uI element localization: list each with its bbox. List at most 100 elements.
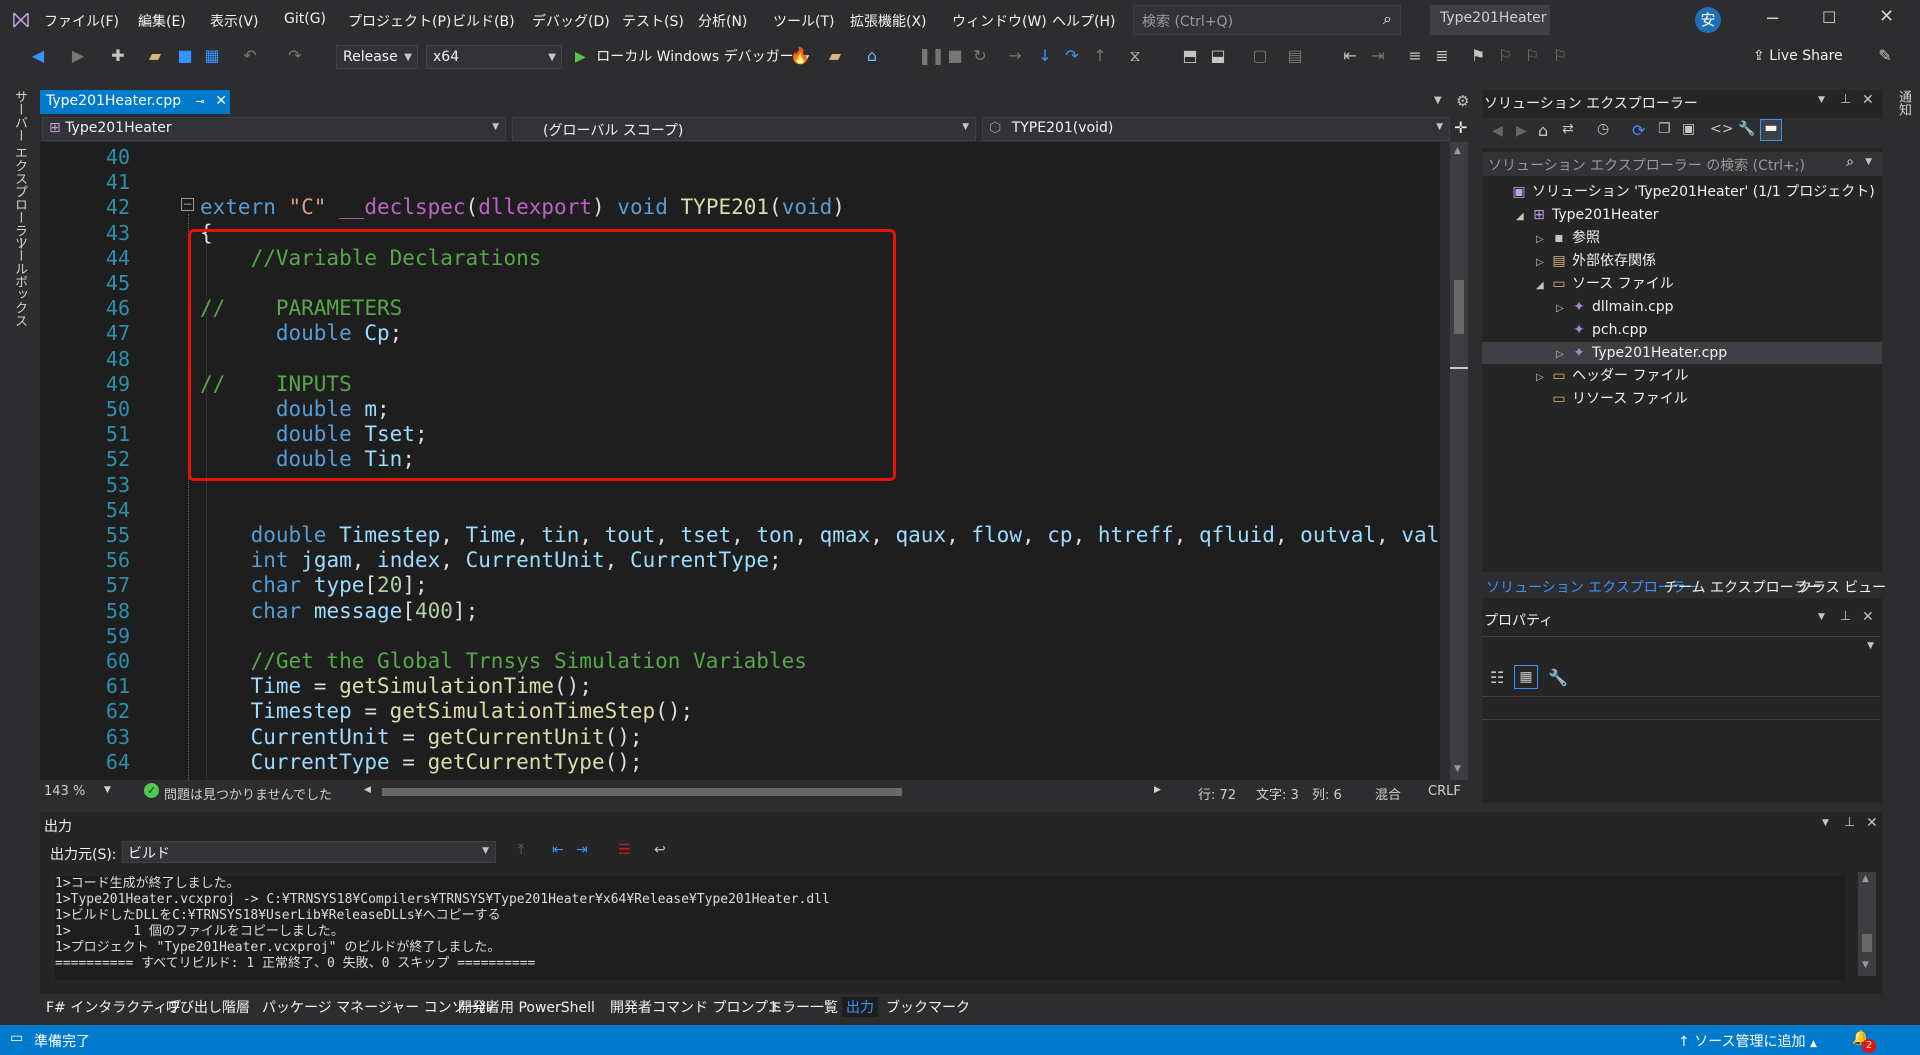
hscroll-left-icon[interactable]: ◀ <box>364 785 371 795</box>
tree-item[interactable]: ▷ ✦ dllmain.cpp <box>1482 296 1882 318</box>
comment-icon[interactable]: ▢ <box>1250 46 1270 66</box>
project-nav-select[interactable]: ⊞ Type201Heater ▼ <box>42 117 506 141</box>
code-line[interactable]: 42 extern "C" __declspec(dllexport) void … <box>40 195 1440 220</box>
close-icon[interactable]: ✕ <box>215 93 227 109</box>
back-icon[interactable]: ◀ <box>28 46 48 66</box>
back-icon[interactable]: ◀ <box>1492 123 1503 139</box>
menu-1[interactable]: 編集(E) <box>138 11 186 31</box>
tree-item[interactable]: ◢ ▭ ソース ファイル <box>1482 273 1882 295</box>
view-code-icon[interactable]: <> <box>1710 121 1733 137</box>
pin-icon[interactable]: ⊥ <box>1840 609 1851 624</box>
switch-views-icon[interactable]: ⇄ <box>1562 121 1574 137</box>
scroll-down-icon[interactable]: ▼ <box>1862 960 1869 970</box>
col-indicator[interactable]: 列: 6 <box>1312 784 1342 803</box>
bottom-tab-3[interactable]: 開発者用 PowerShell <box>458 997 595 1017</box>
rebuild-icon[interactable]: ⬓ <box>1208 46 1228 66</box>
find-message-icon[interactable]: ⤒ <box>518 842 524 858</box>
step-into-icon[interactable]: ↓ <box>1035 46 1055 66</box>
menu-3[interactable]: Git(G) <box>284 11 326 27</box>
chevron-down-icon[interactable]: ▼ <box>104 785 111 795</box>
code-line[interactable]: 61 Time = getSimulationTime(); <box>40 674 1440 699</box>
tree-item[interactable]: ✦ pch.cpp <box>1482 319 1882 341</box>
categorized-icon[interactable]: ☷ <box>1490 668 1504 687</box>
chevron-down-icon[interactable]: ▼ <box>1818 95 1825 105</box>
bottom-tab-5[interactable]: エラー一覧 <box>768 997 838 1017</box>
menu-12[interactable]: ヘルプ(H) <box>1052 11 1115 31</box>
minimize-button[interactable]: − <box>1765 8 1785 29</box>
code-line[interactable]: 58 char message[400]; <box>40 599 1440 624</box>
source-control-button[interactable]: ↑ ソース管理に追加 ▲ <box>1678 1031 1817 1051</box>
step-over-icon[interactable]: ↷ <box>1062 46 1082 66</box>
char-indicator[interactable]: 文字: 3 <box>1256 784 1299 803</box>
expand-toggle-icon[interactable]: ◢ <box>1536 275 1550 297</box>
editor-vertical-scrollbar[interactable]: ▲ ▼ <box>1450 142 1468 780</box>
uncomment-lines-icon[interactable]: ≣ <box>1432 46 1452 66</box>
scope-nav-select[interactable]: (グローバル スコープ) ▼ <box>512 117 976 141</box>
prev-message-icon[interactable]: ⇤ <box>552 842 564 858</box>
object-select[interactable]: ▼ <box>1482 636 1880 658</box>
split-editor-icon[interactable]: ✛ <box>1454 118 1467 137</box>
build-icon[interactable]: ⬒ <box>1180 46 1200 66</box>
new-project-icon[interactable]: ✚ <box>108 46 128 66</box>
save-all-icon[interactable]: ▦ <box>202 46 222 66</box>
code-line[interactable]: 62 Timestep = getSimulationTimeStep(); <box>40 699 1440 724</box>
scroll-up-icon[interactable]: ▲ <box>1862 874 1869 884</box>
chevron-down-icon[interactable]: ▼ <box>1865 157 1872 167</box>
stop-icon[interactable]: ■ <box>945 46 965 66</box>
bottom-tab-1[interactable]: 呼び出し階層 <box>166 997 250 1017</box>
bookmark-icon[interactable]: ⚑ <box>1468 46 1488 66</box>
bottom-tab-0[interactable]: F# インタラクティブ <box>46 997 181 1017</box>
start-debug-button[interactable]: ▶ ローカル Windows デバッガー ▼ <box>575 46 809 68</box>
expand-toggle-icon[interactable]: ▷ <box>1556 344 1570 366</box>
bottom-tab-4[interactable]: 開発者コマンド プロンプト <box>610 997 782 1017</box>
menu-10[interactable]: 拡張機能(X) <box>850 11 927 31</box>
code-line[interactable]: 41 <box>40 170 1440 195</box>
tree-item[interactable]: ▷ ▪ 参照 <box>1482 227 1882 249</box>
line-indicator[interactable]: 行: 72 <box>1198 784 1236 803</box>
menu-0[interactable]: ファイル(F) <box>44 11 119 31</box>
solution-search-input[interactable]: ソリューション エクスプローラー の検索 (Ctrl+;) ⌕ ▼ <box>1482 152 1882 176</box>
eol-indicator[interactable]: CRLF <box>1428 784 1461 799</box>
member-nav-select[interactable]: ⬡ TYPE201(void) ▼ <box>982 117 1450 141</box>
tree-item[interactable]: ▭ リソース ファイル <box>1482 388 1882 410</box>
maximize-button[interactable]: ☐ <box>1822 8 1842 27</box>
code-line[interactable]: 54 <box>40 498 1440 523</box>
zoom-level[interactable]: 143 % <box>44 784 85 799</box>
expand-toggle-icon[interactable]: ▷ <box>1536 229 1550 251</box>
pin-icon[interactable]: ⊥ <box>1844 815 1855 830</box>
tree-item[interactable]: ▣ ソリューション 'Type201Heater' (1/1 プロジェクト) <box>1482 181 1882 203</box>
show-all-files-icon[interactable]: ▣ <box>1682 121 1695 137</box>
save-icon[interactable]: ■ <box>175 46 195 66</box>
pin-icon[interactable]: ⊸ <box>196 95 205 108</box>
close-button[interactable]: ✕ <box>1879 6 1899 27</box>
comment-lines-icon[interactable]: ≡ <box>1405 46 1425 66</box>
platform-select[interactable]: x64 ▼ <box>426 45 562 69</box>
code-line[interactable]: 57 char type[20]; <box>40 573 1440 598</box>
search-input[interactable]: 検索 (Ctrl+Q) <box>1142 11 1233 31</box>
menu-11[interactable]: ウィンドウ(W) <box>952 11 1047 31</box>
sync-icon[interactable]: ⟳ <box>1632 121 1645 140</box>
chevron-down-icon[interactable]: ▼ <box>1822 818 1829 828</box>
wrench-icon[interactable]: 🔧 <box>1738 121 1755 137</box>
format-icon[interactable]: ▤ <box>1285 46 1305 66</box>
code-line[interactable]: 59 <box>40 624 1440 649</box>
forward-icon[interactable]: ▶ <box>68 46 88 66</box>
user-avatar[interactable]: 安 <box>1695 7 1721 33</box>
menu-2[interactable]: 表示(V) <box>210 11 259 31</box>
server-explorer-tab[interactable]: サーバー エクスプローラー <box>10 90 29 250</box>
menu-8[interactable]: 分析(N) <box>698 11 747 31</box>
prev-bookmark-icon[interactable]: ⚐ <box>1495 46 1515 66</box>
next-message-icon[interactable]: ⇥ <box>576 842 588 858</box>
output-scrollbar[interactable]: ▲ ▼ <box>1858 872 1876 976</box>
outdent-icon[interactable]: ⇥ <box>1368 46 1388 66</box>
clear-all-icon[interactable]: ☰ <box>618 842 631 858</box>
expand-toggle-icon[interactable]: ◢ <box>1516 206 1530 228</box>
redo-icon[interactable]: ↷ <box>285 46 305 66</box>
issues-status[interactable]: 問題は見つかりませんでした <box>164 784 332 803</box>
live-share-button[interactable]: ⇪ Live Share <box>1753 48 1843 64</box>
code-line[interactable]: 55 double Timestep, Time, tin, tout, tse… <box>40 523 1440 548</box>
menu-7[interactable]: テスト(S) <box>622 11 684 31</box>
show-next-statement-icon[interactable]: → <box>1005 46 1025 66</box>
menu-5[interactable]: ビルド(B) <box>452 11 515 31</box>
scroll-up-icon[interactable]: ▲ <box>1454 146 1461 156</box>
